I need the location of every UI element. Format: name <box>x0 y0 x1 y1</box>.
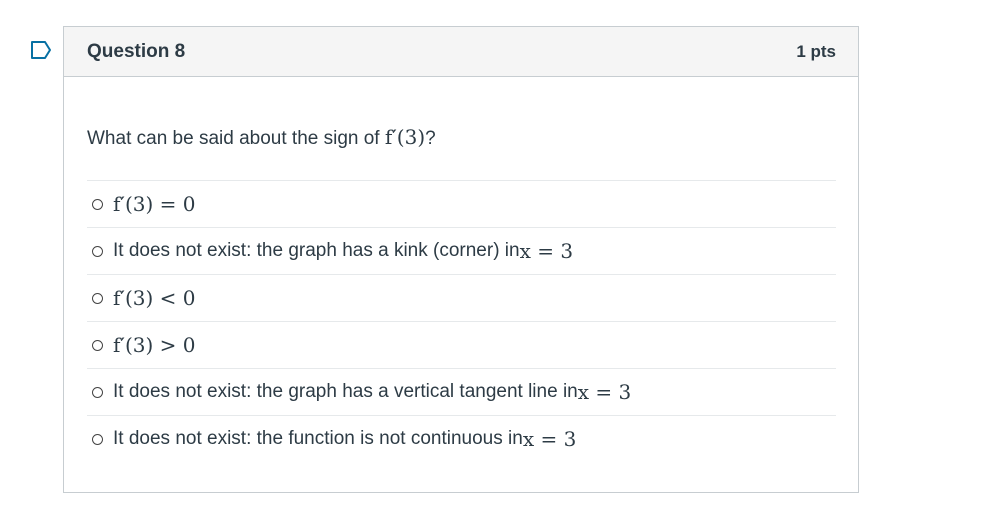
answer-text: It does not exist: the graph has a verti… <box>113 381 578 402</box>
question-prompt: What can be said about the sign of f′(3)… <box>87 124 836 150</box>
prompt-suffix: ? <box>425 128 436 149</box>
answer-math: x = 3 <box>522 427 577 451</box>
answer-math: f′(3) < 0 <box>113 286 196 310</box>
question-points: 1 pts <box>796 41 836 61</box>
question-header: Question 8 1 pts <box>64 27 858 77</box>
radio-button[interactable] <box>92 292 103 304</box>
answer-math: x = 3 <box>577 380 632 404</box>
answer-math: f′(3) > 0 <box>113 333 196 357</box>
answer-option[interactable]: f′(3) = 0 <box>87 181 836 228</box>
radio-button[interactable] <box>92 339 103 351</box>
radio-button[interactable] <box>92 386 103 398</box>
answer-math: x = 3 <box>519 239 574 263</box>
prompt-text: What can be said about the sign of <box>87 128 385 149</box>
answer-option[interactable]: f′(3) < 0 <box>87 275 836 322</box>
radio-button[interactable] <box>92 198 103 210</box>
answer-option[interactable]: f′(3) > 0 <box>87 322 836 369</box>
answer-text: It does not exist: the graph has a kink … <box>113 240 520 261</box>
radio-button[interactable] <box>92 245 103 257</box>
answer-text: It does not exist: the function is not c… <box>113 428 523 449</box>
flag-bookmark-icon[interactable] <box>30 40 52 60</box>
answer-option[interactable]: It does not exist: the graph has a verti… <box>87 369 836 416</box>
answer-list: f′(3) = 0 It does not exist: the graph h… <box>87 180 836 462</box>
question-card: Question 8 1 pts What can be said about … <box>63 26 859 493</box>
answer-option[interactable]: It does not exist: the function is not c… <box>87 416 836 462</box>
question-title: Question 8 <box>87 40 186 62</box>
radio-button[interactable] <box>92 433 103 445</box>
answer-option[interactable]: It does not exist: the graph has a kink … <box>87 228 836 275</box>
answer-math: f′(3) = 0 <box>113 192 196 216</box>
question-body: What can be said about the sign of f′(3)… <box>64 124 858 462</box>
prompt-math: f′(3) <box>384 125 426 149</box>
